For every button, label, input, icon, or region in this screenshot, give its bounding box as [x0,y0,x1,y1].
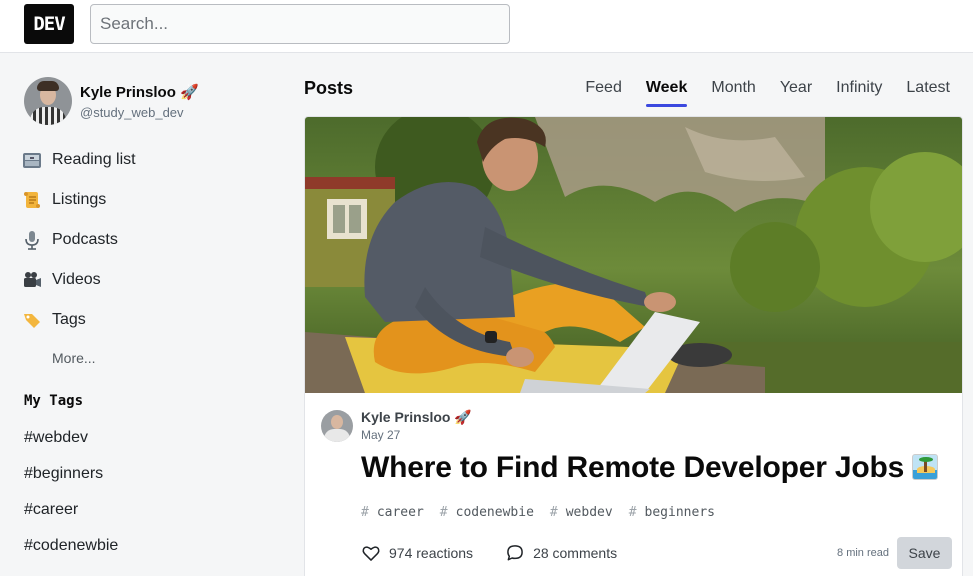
comments-button[interactable]: 28 comments [501,539,621,567]
sidebar-item-podcasts[interactable]: Podcasts [20,220,280,260]
user-profile-link[interactable]: Kyle Prinsloo 🚀 @study_web_dev [24,75,274,127]
reactions-count: 974 reactions [389,545,474,561]
post-card: Kyle Prinsloo 🚀 May 27 Where to Find Rem… [304,116,963,576]
save-button[interactable]: Save [897,537,952,569]
post-title[interactable]: Where to Find Remote Developer Jobs [361,451,939,485]
profile-name: Kyle Prinsloo 🚀 [80,83,199,101]
avatar [24,77,72,125]
author-avatar[interactable] [321,409,353,442]
profile-handle: @study_web_dev [80,104,184,120]
read-time: 8 min read [837,547,889,559]
comments-count: 28 comments [533,545,618,561]
post-tags: # career # codenewbie # webdev # beginners [361,505,731,520]
post-tag-beginners[interactable]: # beginners [629,505,723,520]
dev-logo[interactable]: DEV [24,4,74,44]
desert-island-icon [912,454,939,480]
cover-image[interactable] [305,117,962,393]
tab-feed[interactable]: Feed [585,70,621,106]
tab-year[interactable]: Year [780,70,812,106]
left-sidebar: Kyle Prinsloo 🚀 @study_web_dev Reading l… [0,53,290,576]
my-tags-heading: My Tags [24,393,84,409]
tab-month[interactable]: Month [711,70,755,106]
post-tag-career[interactable]: # career [361,505,432,520]
tag-link-career[interactable]: #career [24,492,118,528]
search-input[interactable] [90,4,510,44]
tag-link-webdev[interactable]: #webdev [24,420,118,456]
sidebar-item-reading-list[interactable]: Reading list [20,140,280,180]
tag-link-beginners[interactable]: #beginners [24,456,118,492]
tab-infinity[interactable]: Infinity [836,70,882,106]
reading-list-icon [20,148,44,172]
sidebar-item-label: Reading list [52,151,136,168]
tag-link-codenewbie[interactable]: #codenewbie [24,528,118,564]
scroll-icon [20,188,44,212]
post-footer: 974 reactions 28 comments 8 min read Sav… [357,533,952,573]
microphone-icon [20,228,44,252]
video-camera-icon [20,268,44,292]
sidebar-item-label: Listings [52,191,107,208]
my-tags-list: #webdev #beginners #career #codenewbie [24,420,118,564]
post-tag-codenewbie[interactable]: # codenewbie [440,505,542,520]
post-title-text: Where to Find Remote Developer Jobs [361,451,905,484]
sidebar-item-videos[interactable]: Videos [20,260,280,300]
cover-photo-illustration [305,117,962,393]
sidebar-item-listings[interactable]: Listings [20,180,280,220]
more-link[interactable]: More... [52,350,96,366]
sidebar-item-label: Videos [52,271,101,288]
sidebar-item-tags[interactable]: Tags [20,300,280,340]
top-header: DEV [0,0,973,53]
heart-icon [362,546,380,561]
tag-icon [20,308,44,332]
reactions-button[interactable]: 974 reactions [357,539,477,567]
author-name[interactable]: Kyle Prinsloo 🚀 [361,409,472,426]
feed-tabs: Feed Week Month Year Infinity Latest [561,70,950,107]
post-tag-webdev[interactable]: # webdev [550,505,621,520]
posts-heading: Posts [304,78,354,98]
sidebar-item-label: Podcasts [52,231,118,248]
tab-week[interactable]: Week [645,70,687,107]
comment-icon [507,545,523,561]
post-date: May 27 [361,428,401,442]
sidebar-item-label: Tags [52,311,86,328]
tab-latest[interactable]: Latest [906,70,950,106]
author-row: Kyle Prinsloo 🚀 May 27 [321,409,472,442]
sidebar-nav: Reading list Listings Podcasts Videos Ta… [20,140,280,340]
